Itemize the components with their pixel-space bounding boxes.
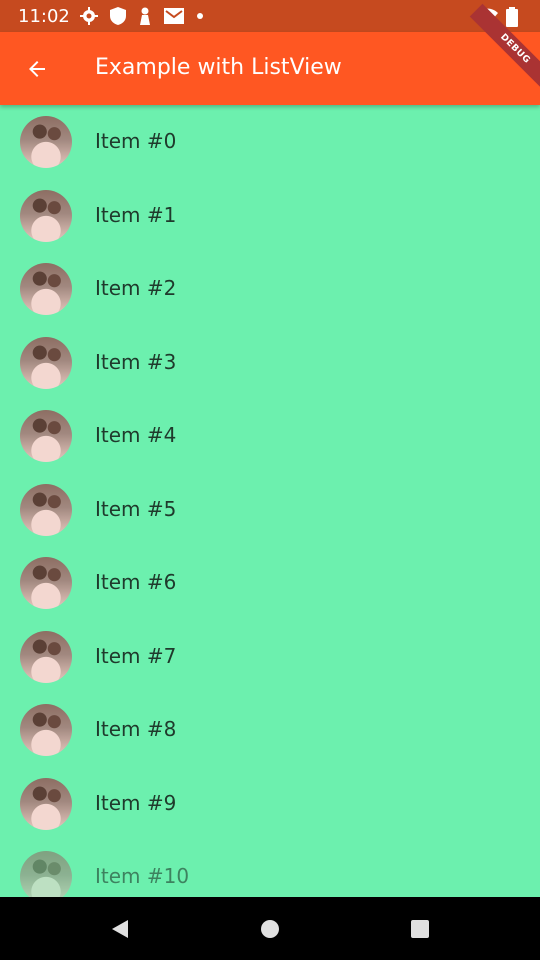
list-item[interactable]: Item #5 [0,473,540,547]
list-item-label: Item #7 [95,643,177,668]
list-item-label: Item #3 [95,349,177,374]
status-time: 11:02 [18,6,70,27]
list-item-label: Item #5 [95,496,177,521]
nav-recents-button[interactable] [390,897,450,960]
list-item[interactable]: Item #4 [0,399,540,473]
avatar [20,777,72,830]
list-item[interactable]: Item #6 [0,546,540,620]
arrow-back-icon [29,61,45,77]
settings-icon [80,7,98,25]
list-item[interactable]: Item #10 [0,840,540,897]
avatar [20,630,72,683]
list-item-label: Item #4 [95,423,177,447]
avatar [20,189,72,242]
avatar [20,483,72,536]
system-nav-bar [0,897,540,960]
battery-icon [506,7,518,27]
avatar [20,336,72,389]
mail-icon [164,8,184,24]
app-bar: Example with ListView DEBUG [0,3,540,105]
nav-home-button[interactable] [240,897,300,960]
avatar [20,116,72,168]
status-bar: 11:02 [0,0,540,32]
list-item-label: Item #8 [95,717,177,741]
avatar [20,851,72,897]
list-item[interactable]: Item #7 [0,620,540,694]
list-item-label: Item #10 [95,864,190,888]
status-icons-left [80,7,204,25]
list-item[interactable]: Item #0 [0,105,540,179]
list-item-label: Item #2 [95,276,177,300]
page-title: Example with ListView [95,55,342,80]
shield-icon [110,7,126,25]
home-circle-icon [261,919,279,938]
list-item[interactable]: Item #3 [0,326,540,400]
item-list[interactable]: Item #0 Item #1 Item #2 Item #3 Item #4 … [0,105,540,897]
avatar [20,704,72,756]
list-item[interactable]: Item #9 [0,767,540,841]
list-item[interactable]: Item #2 [0,252,540,326]
back-button[interactable] [18,50,56,88]
avatar [20,410,72,462]
avatar [20,557,72,609]
dot-icon [197,13,203,19]
nav-back-button[interactable] [90,897,150,960]
list-item-label: Item #1 [95,202,177,227]
list-item-label: Item #6 [95,570,177,594]
tower-icon [140,7,150,25]
list-item-label: Item #0 [95,129,177,153]
avatar [20,263,72,315]
recents-square-icon [411,919,429,938]
list-item-label: Item #9 [95,790,177,815]
back-triangle-icon [112,919,128,938]
list-item[interactable]: Item #8 [0,693,540,767]
list-item[interactable]: Item #1 [0,179,540,253]
